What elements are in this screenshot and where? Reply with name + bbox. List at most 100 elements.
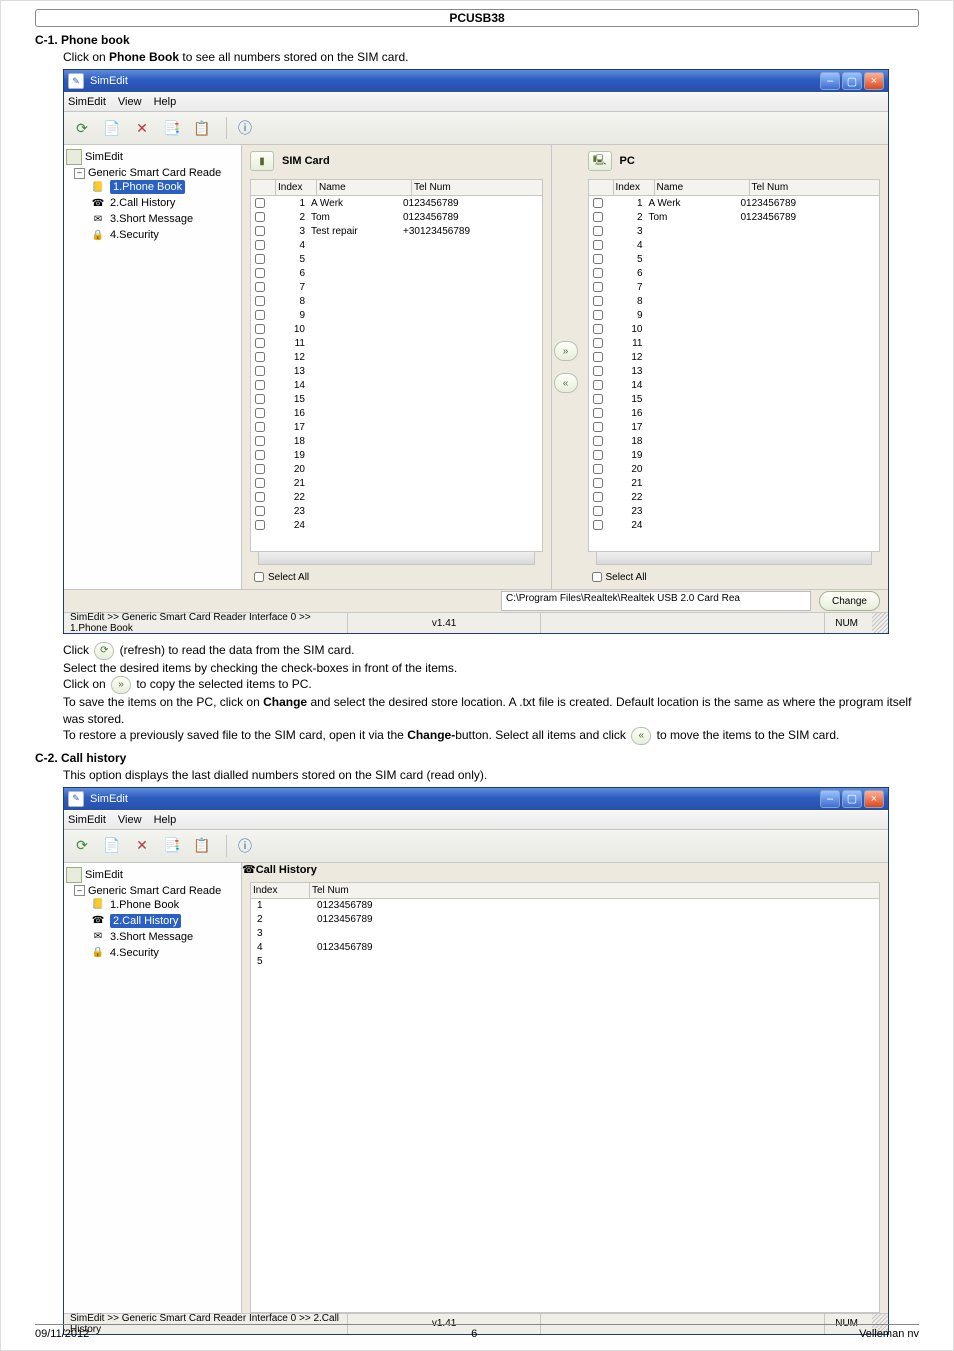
table-row[interactable]: 20123456789 bbox=[251, 913, 879, 927]
row-checkbox[interactable] bbox=[255, 464, 265, 474]
info-icon[interactable]: ⓘ bbox=[233, 834, 257, 858]
row-checkbox[interactable] bbox=[255, 324, 265, 334]
copy-icon[interactable]: 📑 bbox=[160, 116, 184, 140]
table-row[interactable]: 21 bbox=[589, 476, 880, 490]
row-checkbox[interactable] bbox=[593, 436, 603, 446]
call-rows[interactable]: 10123456789201234567893401234567895 bbox=[250, 899, 880, 1313]
row-checkbox[interactable] bbox=[255, 408, 265, 418]
titlebar[interactable]: ✎ SimEdit – ▢ × bbox=[64, 788, 888, 810]
delete-icon[interactable]: ✕ bbox=[130, 116, 154, 140]
paste-icon[interactable]: 📋 bbox=[190, 116, 214, 140]
refresh-icon[interactable]: ⟳ bbox=[70, 116, 94, 140]
row-checkbox[interactable] bbox=[593, 352, 603, 362]
row-checkbox[interactable] bbox=[255, 436, 265, 446]
row-checkbox[interactable] bbox=[255, 198, 265, 208]
new-icon[interactable]: 📄 bbox=[100, 116, 124, 140]
row-checkbox[interactable] bbox=[593, 492, 603, 502]
row-checkbox[interactable] bbox=[593, 464, 603, 474]
table-row[interactable]: 5 bbox=[589, 252, 880, 266]
row-checkbox[interactable] bbox=[593, 380, 603, 390]
row-checkbox[interactable] bbox=[593, 450, 603, 460]
row-checkbox[interactable] bbox=[255, 492, 265, 502]
new-icon[interactable]: 📄 bbox=[100, 834, 124, 858]
table-row[interactable]: 19 bbox=[251, 448, 542, 462]
table-row[interactable]: 7 bbox=[589, 280, 880, 294]
row-checkbox[interactable] bbox=[255, 366, 265, 376]
row-checkbox[interactable] bbox=[255, 268, 265, 278]
table-row[interactable]: 10 bbox=[589, 322, 880, 336]
table-row[interactable]: 21 bbox=[251, 476, 542, 490]
row-checkbox[interactable] bbox=[593, 506, 603, 516]
copy-to-sim-button[interactable]: « bbox=[554, 373, 578, 393]
table-row[interactable]: 15 bbox=[251, 392, 542, 406]
tree-root[interactable]: SimEdit bbox=[66, 149, 239, 165]
copy-icon[interactable]: 📑 bbox=[160, 834, 184, 858]
tree-leaf-0[interactable]: 📒1.Phone Book bbox=[90, 180, 239, 194]
menu-simedit[interactable]: SimEdit bbox=[68, 96, 106, 108]
pc-scrollbar[interactable] bbox=[596, 552, 873, 565]
row-checkbox[interactable] bbox=[593, 366, 603, 376]
table-row[interactable]: 11 bbox=[251, 336, 542, 350]
table-row[interactable]: 18 bbox=[589, 434, 880, 448]
close-button[interactable]: × bbox=[864, 72, 884, 90]
col-index[interactable]: Index bbox=[614, 180, 655, 195]
menu-view[interactable]: View bbox=[118, 96, 142, 108]
table-row[interactable]: 14 bbox=[589, 378, 880, 392]
table-row[interactable]: 16 bbox=[251, 406, 542, 420]
tree-leaf-1[interactable]: ☎2.Call History bbox=[90, 914, 239, 928]
maximize-button[interactable]: ▢ bbox=[842, 72, 862, 90]
table-row[interactable]: 22 bbox=[589, 490, 880, 504]
table-row[interactable]: 20 bbox=[589, 462, 880, 476]
row-checkbox[interactable] bbox=[255, 338, 265, 348]
table-row[interactable]: 4 bbox=[589, 238, 880, 252]
table-row[interactable]: 11 bbox=[589, 336, 880, 350]
row-checkbox[interactable] bbox=[593, 240, 603, 250]
tree-root[interactable]: SimEdit bbox=[66, 867, 239, 883]
close-button[interactable]: × bbox=[864, 790, 884, 808]
delete-icon[interactable]: ✕ bbox=[130, 834, 154, 858]
sim-rows[interactable]: 1A Werk01234567892Tom01234567893Test rep… bbox=[250, 196, 543, 552]
table-row[interactable]: 24 bbox=[251, 518, 542, 532]
row-checkbox[interactable] bbox=[255, 394, 265, 404]
col-index[interactable]: Index bbox=[276, 180, 317, 195]
table-row[interactable]: 13 bbox=[251, 364, 542, 378]
table-row[interactable]: 6 bbox=[589, 266, 880, 280]
menu-simedit[interactable]: SimEdit bbox=[68, 814, 106, 826]
table-row[interactable]: 7 bbox=[251, 280, 542, 294]
row-checkbox[interactable] bbox=[593, 422, 603, 432]
menu-help[interactable]: Help bbox=[154, 96, 177, 108]
tree-leaf-2[interactable]: ✉3.Short Message bbox=[90, 930, 239, 944]
table-row[interactable]: 19 bbox=[589, 448, 880, 462]
row-checkbox[interactable] bbox=[255, 240, 265, 250]
minimize-button[interactable]: – bbox=[820, 790, 840, 808]
tree-leaf-2[interactable]: ✉3.Short Message bbox=[90, 212, 239, 226]
change-button[interactable]: Change bbox=[819, 591, 880, 611]
table-row[interactable]: 4 bbox=[251, 238, 542, 252]
table-row[interactable]: 3 bbox=[589, 224, 880, 238]
table-row[interactable]: 17 bbox=[589, 420, 880, 434]
minimize-button[interactable]: – bbox=[820, 72, 840, 90]
refresh-icon[interactable]: ⟳ bbox=[70, 834, 94, 858]
table-row[interactable]: 23 bbox=[251, 504, 542, 518]
row-checkbox[interactable] bbox=[593, 394, 603, 404]
row-checkbox[interactable] bbox=[593, 478, 603, 488]
col-tel[interactable]: Tel Num bbox=[750, 180, 880, 195]
row-checkbox[interactable] bbox=[593, 408, 603, 418]
row-checkbox[interactable] bbox=[593, 324, 603, 334]
table-row[interactable]: 23 bbox=[589, 504, 880, 518]
info-icon[interactable]: ⓘ bbox=[233, 116, 257, 140]
col-name[interactable]: Name bbox=[317, 180, 412, 195]
row-checkbox[interactable] bbox=[255, 352, 265, 362]
resize-grip-icon[interactable] bbox=[872, 613, 888, 633]
row-checkbox[interactable] bbox=[255, 254, 265, 264]
table-row[interactable]: 9 bbox=[251, 308, 542, 322]
table-row[interactable]: 40123456789 bbox=[251, 941, 879, 955]
table-row[interactable]: 5 bbox=[251, 955, 879, 969]
expand-icon[interactable]: – bbox=[74, 885, 85, 896]
menu-view[interactable]: View bbox=[118, 814, 142, 826]
table-row[interactable]: 3 bbox=[251, 927, 879, 941]
row-checkbox[interactable] bbox=[593, 268, 603, 278]
row-checkbox[interactable] bbox=[255, 310, 265, 320]
table-row[interactable]: 15 bbox=[589, 392, 880, 406]
row-checkbox[interactable] bbox=[255, 450, 265, 460]
